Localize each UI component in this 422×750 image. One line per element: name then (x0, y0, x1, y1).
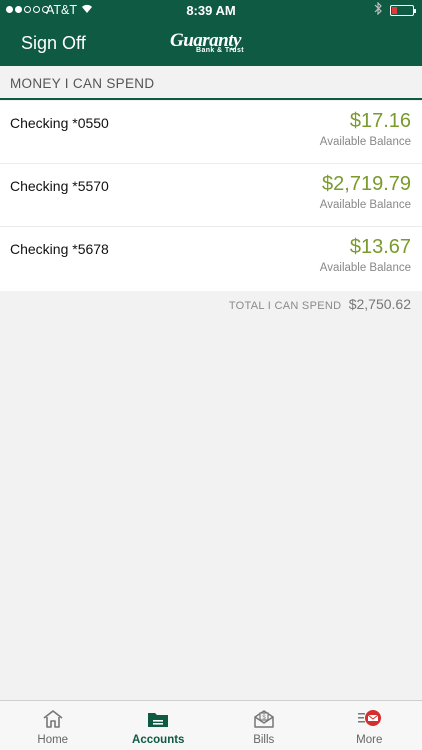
clock: 8:39 AM (186, 3, 236, 18)
bank-logo: Guaranty Bank & Trust (170, 30, 254, 58)
tab-bar: Home Accounts $ Bills More (0, 700, 422, 750)
tab-home[interactable]: Home (0, 701, 106, 750)
balance-label: Available Balance (319, 136, 411, 148)
account-row[interactable]: Checking *5678 $13.67 Available Balance (0, 227, 422, 291)
bluetooth-icon (374, 1, 382, 18)
tab-accounts[interactable]: Accounts (106, 701, 212, 750)
balance-label: Available Balance (319, 199, 411, 211)
tab-more[interactable]: More (317, 701, 422, 750)
app-header: AT&T 8:39 AM Sign Off Guaranty Bank & Tr… (0, 0, 422, 66)
account-row[interactable]: Checking *0550 $17.16 Available Balance (0, 101, 422, 164)
home-icon (41, 709, 65, 729)
battery-icon (390, 5, 416, 16)
account-balance: $17.16 (349, 110, 411, 132)
total-spend: TOTAL I CAN SPEND $2,750.62 (229, 296, 411, 312)
account-name: Checking *5678 (10, 241, 109, 257)
tab-label: Accounts (132, 734, 185, 746)
total-value: $2,750.62 (348, 296, 411, 312)
sign-off-button[interactable]: Sign Off (21, 33, 86, 54)
tab-label: Home (37, 734, 69, 746)
account-row[interactable]: Checking *5570 $2,719.79 Available Balan… (0, 164, 422, 227)
account-balance: $2,719.79 (322, 173, 411, 195)
account-name: Checking *5570 (10, 178, 109, 194)
mail-notification-icon (357, 709, 382, 729)
status-bar: AT&T 8:39 AM (0, 0, 422, 22)
tab-label: Bills (253, 734, 275, 746)
tab-bills[interactable]: $ Bills (211, 701, 317, 750)
account-name: Checking *0550 (10, 115, 109, 131)
total-label: TOTAL I CAN SPEND (228, 300, 342, 312)
section-header: MONEY I CAN SPEND (0, 66, 422, 100)
account-balance: $13.67 (349, 236, 411, 258)
folder-icon (146, 709, 170, 729)
section-title: MONEY I CAN SPEND (10, 76, 155, 91)
tab-label: More (356, 734, 383, 746)
logo-subtitle: Bank & Trust (196, 47, 244, 54)
balance-label: Available Balance (319, 262, 411, 274)
account-list: Checking *0550 $17.16 Available Balance … (0, 101, 422, 291)
bill-envelope-icon: $ (252, 709, 276, 729)
